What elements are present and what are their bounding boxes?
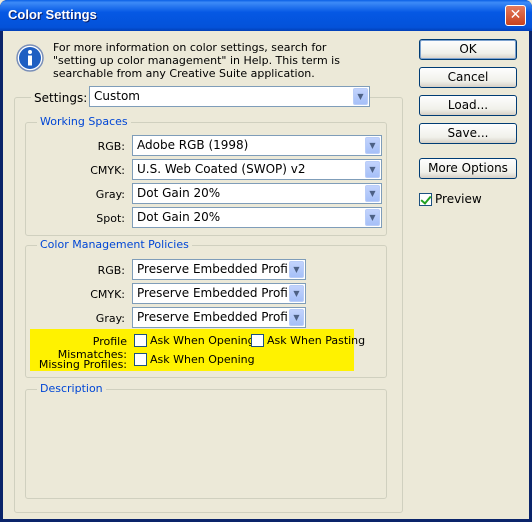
cmp-gray-value: Preserve Embedded Profi... [137, 310, 300, 324]
ws-gray-dropdown[interactable]: Dot Gain 20% ▼ [132, 183, 382, 204]
ws-spot-label: Spot: [96, 212, 125, 225]
cancel-button[interactable]: Cancel [419, 67, 517, 88]
close-button[interactable]: ✕ [505, 5, 526, 26]
ws-cmyk-value: U.S. Web Coated (SWOP) v2 [137, 162, 306, 176]
chevron-down-icon: ▼ [353, 88, 368, 105]
missing-ask-opening-label: Ask When Opening [150, 353, 255, 366]
settings-dropdown[interactable]: Custom ▼ [89, 86, 370, 107]
description-group [25, 389, 387, 499]
ws-cmyk-dropdown[interactable]: U.S. Web Coated (SWOP) v2 ▼ [132, 159, 382, 180]
color-settings-window: Color Settings ✕ For more information on… [0, 0, 532, 522]
cmp-cmyk-dropdown[interactable]: Preserve Embedded Profi... ▼ [132, 283, 306, 304]
cmp-rgb-value: Preserve Embedded Profi... [137, 262, 300, 276]
chevron-down-icon: ▼ [289, 285, 304, 302]
ws-rgb-dropdown[interactable]: Adobe RGB (1998) ▼ [132, 135, 382, 156]
chevron-down-icon: ▼ [365, 209, 380, 226]
close-icon: ✕ [509, 7, 522, 23]
mismatch-ask-pasting-checkbox[interactable] [251, 334, 264, 347]
ws-spot-dropdown[interactable]: Dot Gain 20% ▼ [132, 207, 382, 228]
ws-rgb-label: RGB: [97, 140, 125, 153]
settings-value: Custom [94, 89, 140, 103]
load-button[interactable]: Load... [419, 95, 517, 116]
window-title: Color Settings [8, 7, 97, 22]
missing-ask-opening-checkbox[interactable] [134, 353, 147, 366]
more-options-button[interactable]: More Options [419, 158, 517, 179]
ws-rgb-value: Adobe RGB (1998) [137, 138, 249, 152]
info-text: For more information on color settings, … [53, 41, 340, 80]
ws-cmyk-label: CMYK: [90, 164, 125, 177]
cmp-gray-label: Gray: [95, 312, 125, 325]
settings-label: Settings: [31, 91, 91, 105]
ws-gray-value: Dot Gain 20% [137, 186, 221, 200]
mismatch-ask-pasting-label: Ask When Pasting [267, 334, 366, 347]
policies-title: Color Management Policies [37, 238, 192, 251]
ok-button[interactable]: OK [419, 39, 517, 60]
info-icon [16, 44, 44, 72]
title-bar[interactable]: Color Settings ✕ [0, 0, 532, 31]
chevron-down-icon: ▼ [365, 185, 380, 202]
cmp-rgb-dropdown[interactable]: Preserve Embedded Profi... ▼ [132, 259, 306, 280]
cmp-gray-dropdown[interactable]: Preserve Embedded Profi... ▼ [132, 307, 306, 328]
working-spaces-title: Working Spaces [37, 115, 131, 128]
ws-gray-label: Gray: [95, 188, 125, 201]
cmp-rgb-label: RGB: [97, 264, 125, 277]
chevron-down-icon: ▼ [365, 161, 380, 178]
missing-profiles-label: Missing Profiles: [38, 358, 127, 371]
preview-checkbox[interactable] [419, 193, 432, 206]
save-button[interactable]: Save... [419, 123, 517, 144]
cmp-cmyk-label: CMYK: [90, 288, 125, 301]
mismatch-ask-opening-checkbox[interactable] [134, 334, 147, 347]
chevron-down-icon: ▼ [365, 137, 380, 154]
dialog-body: For more information on color settings, … [3, 31, 529, 519]
ws-spot-value: Dot Gain 20% [137, 210, 221, 224]
cmp-cmyk-value: Preserve Embedded Profi... [137, 286, 300, 300]
description-title: Description [37, 382, 106, 395]
chevron-down-icon: ▼ [289, 309, 304, 326]
chevron-down-icon: ▼ [289, 261, 304, 278]
mismatch-ask-opening-label: Ask When Opening [150, 334, 255, 347]
preview-label: Preview [435, 192, 482, 206]
